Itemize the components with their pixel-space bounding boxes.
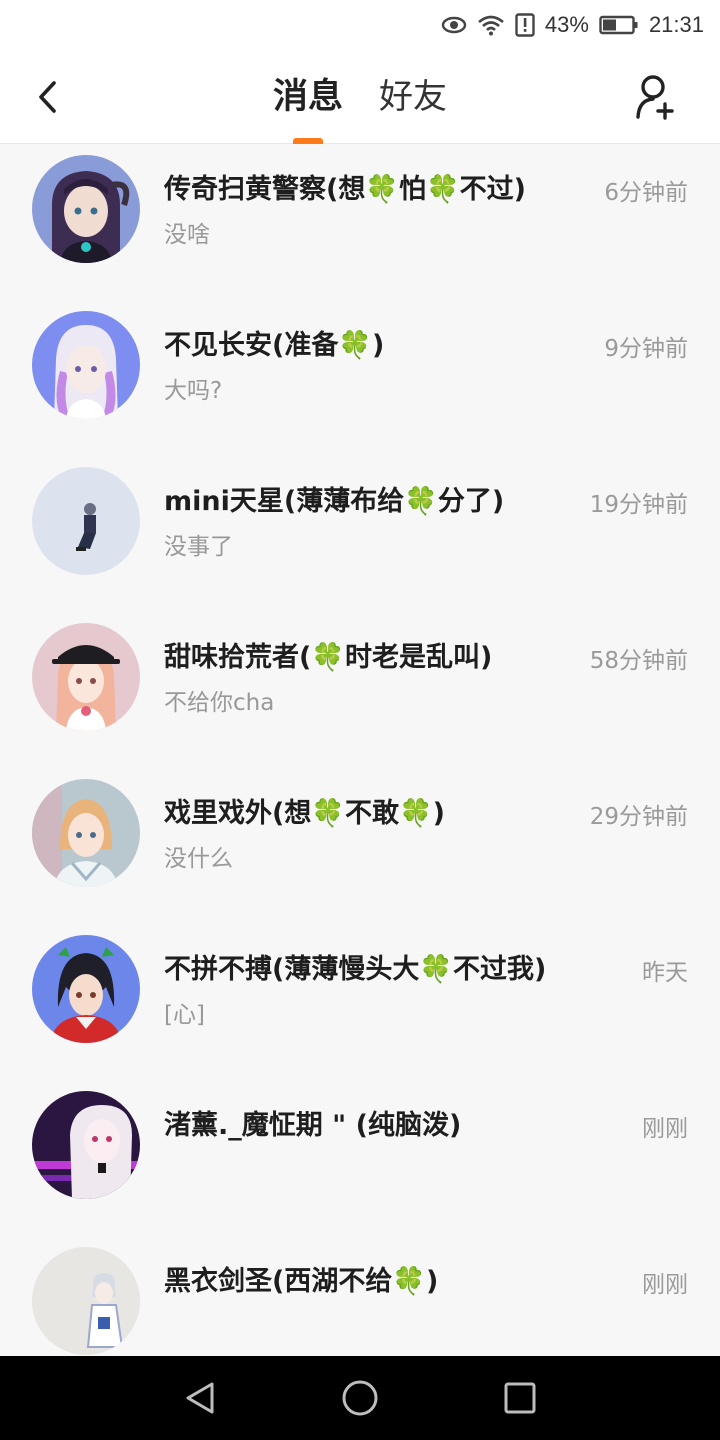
conversation-item[interactable]: 不见长安(准备🍀) 9分钟前 大吗? — [0, 301, 720, 457]
conversation-item[interactable]: 传奇扫黄警察(想🍀怕🍀不过) 6分钟前 没啥 — [0, 145, 720, 301]
message-time: 刚刚 — [642, 1272, 688, 1298]
conversation-item[interactable]: 甜味拾荒者(🍀时老是乱叫) 58分钟前 不给你cha — [0, 613, 720, 769]
avatar[interactable] — [32, 935, 140, 1043]
message-preview: 大吗? — [164, 378, 223, 404]
message-time: 昨天 — [642, 960, 688, 986]
contact-name: 甜味拾荒者(🍀时老是乱叫) — [164, 642, 493, 673]
add-friend-icon[interactable] — [632, 72, 682, 122]
battery-icon — [599, 15, 639, 35]
recents-square-icon[interactable] — [490, 1368, 550, 1428]
contact-name: 传奇扫黄警察(想🍀怕🍀不过) — [164, 174, 526, 205]
message-time: 29分钟前 — [589, 804, 688, 830]
conversation-item[interactable]: mini天星(薄薄布给🍀分了) 19分钟前 没事了 — [0, 457, 720, 613]
contact-name: mini天星(薄薄布给🍀分了) — [164, 486, 505, 517]
conversation-item[interactable]: 戏里戏外(想🍀不敢🍀) 29分钟前 没什么 — [0, 769, 720, 925]
message-preview: 不给你cha — [164, 690, 275, 716]
avatar[interactable] — [32, 467, 140, 575]
back-triangle-icon[interactable] — [170, 1368, 230, 1428]
eye-icon — [441, 15, 467, 35]
contact-name: 不拼不搏(薄薄慢头大🍀不过我) — [164, 954, 547, 985]
conversation-item[interactable]: 渚薰._魔怔期 " (纯脑泼) 刚刚 — [0, 1081, 720, 1237]
message-time: 9分钟前 — [604, 336, 688, 362]
conversation-list: 传奇扫黄警察(想🍀怕🍀不过) 6分钟前 没啥 不见长安(准备🍀) 9分钟前 大吗… — [0, 145, 720, 1356]
conversation-item[interactable]: 不拼不搏(薄薄慢头大🍀不过我) 昨天 [心] — [0, 925, 720, 1081]
avatar[interactable] — [32, 1091, 140, 1199]
avatar[interactable] — [32, 779, 140, 887]
tab-friends[interactable]: 好友 — [377, 50, 449, 144]
message-preview: [心] — [164, 1002, 205, 1028]
top-nav-header: 消息 好友 — [0, 50, 720, 144]
message-preview: 没什么 — [164, 846, 233, 872]
conversation-item[interactable]: 黑衣剑圣(西湖不给🍀) 刚刚 — [0, 1237, 720, 1356]
avatar[interactable] — [32, 623, 140, 731]
wifi-icon — [477, 14, 505, 36]
system-nav-bar — [0, 1356, 720, 1440]
message-time: 6分钟前 — [604, 180, 688, 206]
contact-name: 不见长安(准备🍀) — [164, 330, 385, 361]
status-bar: 43% 21:31 — [0, 0, 720, 50]
contact-name: 渚薰._魔怔期 " (纯脑泼) — [164, 1110, 462, 1141]
avatar[interactable] — [32, 311, 140, 419]
contact-name: 黑衣剑圣(西湖不给🍀) — [164, 1266, 439, 1297]
battery-percent: 43% — [544, 12, 589, 37]
message-time: 刚刚 — [642, 1116, 688, 1142]
tab-messages[interactable]: 消息 — [271, 50, 345, 144]
home-circle-icon[interactable] — [330, 1368, 390, 1428]
clock-time: 21:31 — [648, 12, 704, 37]
alert-icon — [515, 13, 535, 37]
contact-name: 戏里戏外(想🍀不敢🍀) — [164, 798, 445, 829]
message-preview: 没啥 — [164, 222, 210, 248]
message-time: 19分钟前 — [589, 492, 688, 518]
avatar[interactable] — [32, 1247, 140, 1355]
tab-bar: 消息 好友 — [0, 50, 720, 144]
message-preview: 没事了 — [164, 534, 233, 560]
avatar[interactable] — [32, 155, 140, 263]
message-time: 58分钟前 — [589, 648, 688, 674]
